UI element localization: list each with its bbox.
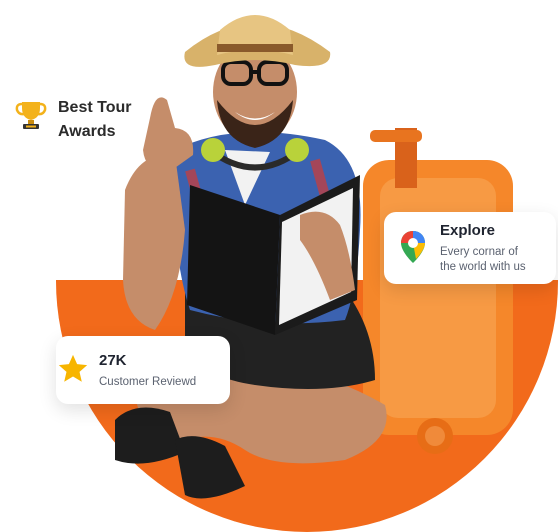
reviews-label: Customer Reviewd [99,376,197,388]
reviews-card: 27K Customer Reviewd [56,336,230,404]
reviews-count: 27K [99,352,127,369]
star-icon [58,354,88,382]
award-line-1: Best Tour [58,99,132,116]
explore-title: Explore [440,222,496,239]
map-pin-icon [401,231,425,263]
best-tour-awards: Best Tour Awards [14,96,131,144]
award-line-2: Awards [58,123,116,140]
trophy-icon [15,102,47,129]
explore-card: Explore Every cornar of the world with u… [384,212,556,284]
explore-subtitle-1: Every cornar of [440,246,518,258]
explore-subtitle-2: the world with us [440,261,526,273]
hero-section: Best Tour Awards Explore Every cornar of… [0,0,558,532]
